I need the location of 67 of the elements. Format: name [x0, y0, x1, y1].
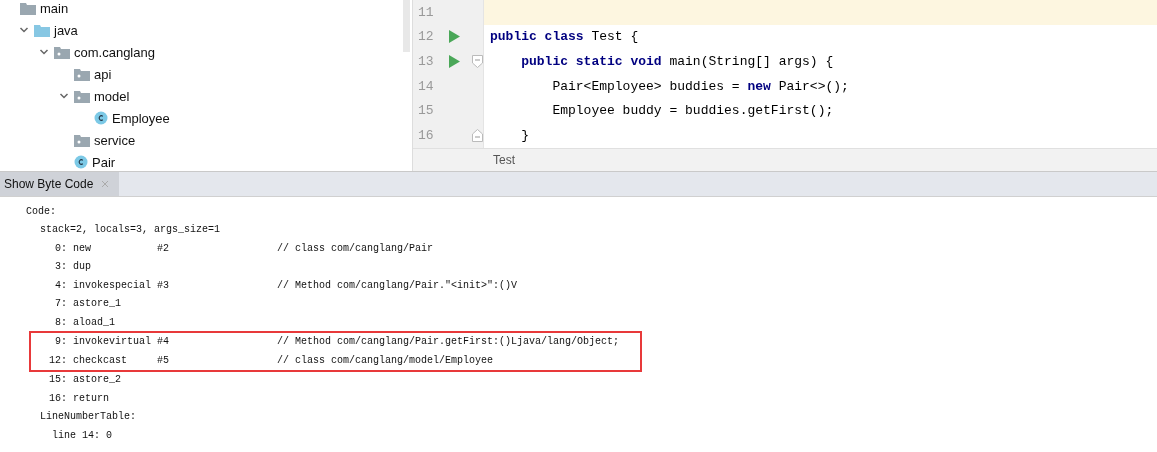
- code-line: }: [520, 127, 529, 143]
- bytecode-opcode: invokespecial: [73, 279, 152, 291]
- bytecode-operand: #4: [157, 336, 169, 348]
- bytecode-opcode: astore_2: [73, 374, 122, 386]
- folder-icon: [74, 133, 90, 147]
- line-number: 15: [417, 103, 435, 119]
- folder-icon: [74, 67, 90, 81]
- tree-item[interactable]: service: [94, 132, 136, 148]
- fold-icon[interactable]: [472, 55, 483, 68]
- bytecode-text: stack=2, locals=3, args_size=1: [40, 224, 221, 236]
- code-line: Pair<Employee> buddies = new Pair<>();: [551, 78, 849, 94]
- chevron-icon[interactable]: [39, 47, 49, 57]
- bytecode-comment: // class com/canglang/Pair: [277, 242, 434, 254]
- tree-item[interactable]: com.canglang: [74, 44, 155, 60]
- bytecode-opcode: checkcast: [73, 354, 128, 366]
- bytecode-opcode: aload_1: [73, 316, 116, 328]
- breadcrumb[interactable]: Test: [493, 152, 515, 167]
- bytecode-offset: 7:: [54, 298, 67, 310]
- tree-item[interactable]: Pair: [92, 154, 116, 170]
- bytecode-text: Code:: [26, 205, 56, 217]
- code-line: Employee buddy = buddies.getFirst();: [551, 103, 834, 119]
- folder-icon: [34, 23, 50, 37]
- folder-icon: [74, 89, 90, 103]
- bytecode-offset: 4:: [54, 279, 67, 291]
- line-number: 12: [417, 29, 435, 45]
- tree-item[interactable]: main: [40, 0, 69, 16]
- run-icon[interactable]: [449, 30, 461, 44]
- bytecode-text: LineNumberTable:: [40, 411, 136, 423]
- class-icon: [94, 111, 108, 125]
- folder-icon: [20, 1, 36, 15]
- bytecode-opcode: dup: [73, 261, 92, 273]
- line-number: 11: [417, 4, 435, 20]
- bytecode-offset: 12:: [48, 354, 67, 366]
- bytecode-offset: 8:: [54, 316, 67, 328]
- bytecode-operand: #2: [157, 242, 169, 254]
- bytecode-text: line 14: 0: [52, 429, 112, 441]
- tree-item[interactable]: Employee: [112, 110, 170, 126]
- chevron-icon[interactable]: [59, 91, 69, 101]
- bytecode-opcode: invokevirtual: [73, 336, 152, 348]
- class-icon: [74, 155, 88, 169]
- bytecode-comment: // Method com/canglang/Pair.getFirst:()Ljava/lang/Object;: [277, 336, 620, 348]
- line-number: 13: [417, 54, 435, 69]
- bytecode-offset: 9:: [54, 336, 67, 348]
- code-line: public static void main(String[] args) {: [520, 54, 834, 69]
- bytecode-operand: #5: [157, 354, 169, 366]
- bytecode-comment: // class com/canglang/model/Employee: [277, 354, 494, 366]
- bytecode-comment: // Method com/canglang/Pair."<init>":()V: [277, 279, 518, 291]
- line-number: 14: [417, 78, 435, 94]
- tool-window-tab[interactable]: Show Byte Code: [0, 172, 120, 196]
- line-number: 16: [417, 127, 435, 143]
- bytecode-offset: 16:: [48, 392, 67, 404]
- close-icon[interactable]: [101, 180, 110, 188]
- bytecode-opcode: astore_1: [73, 298, 122, 310]
- bytecode-offset: 0:: [54, 242, 67, 254]
- chevron-icon[interactable]: [19, 25, 29, 35]
- bytecode-opcode: new: [73, 242, 92, 254]
- tree-item[interactable]: model: [94, 88, 130, 104]
- bytecode-offset: 15:: [48, 374, 67, 386]
- bytecode-operand: #3: [157, 279, 169, 291]
- folder-icon: [54, 45, 70, 59]
- code-line: public class Test {: [490, 29, 639, 45]
- run-icon[interactable]: [449, 55, 461, 68]
- tree-item[interactable]: api: [94, 66, 112, 82]
- tree-item[interactable]: java: [54, 22, 78, 38]
- bytecode-opcode: return: [73, 392, 110, 404]
- fold-icon[interactable]: [472, 128, 483, 142]
- bytecode-offset: 3:: [54, 261, 67, 273]
